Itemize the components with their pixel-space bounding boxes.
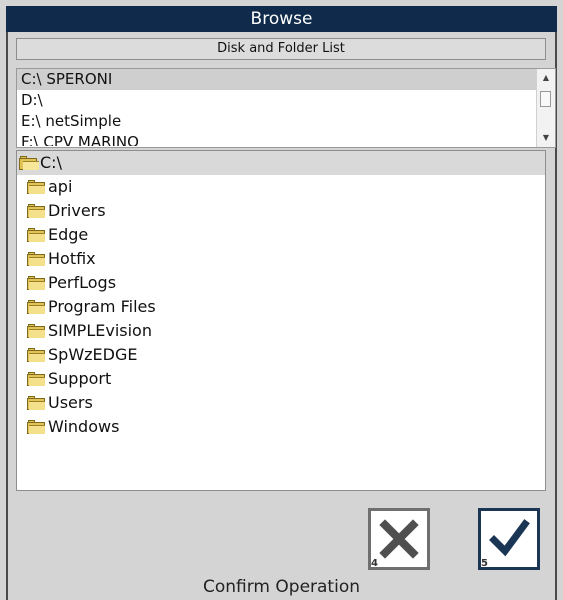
folder-tree[interactable]: C:\ api Drivers Edge Hotfix PerfLogs Pro…: [16, 150, 546, 491]
open-folder-icon: [19, 155, 39, 170]
status-label: Confirm Operation: [202, 577, 360, 597]
disk-item-d[interactable]: D:\: [17, 90, 555, 111]
confirm-button[interactable]: 5: [478, 508, 540, 570]
tree-root-label: C:\: [40, 153, 62, 172]
folder-icon: [27, 251, 46, 266]
folder-label: Program Files: [48, 297, 156, 316]
cancel-key-number: 4: [371, 558, 378, 569]
folder-item-support[interactable]: Support: [17, 367, 545, 391]
x-icon: [379, 519, 419, 559]
folder-label: Windows: [48, 417, 120, 436]
folder-label: Users: [48, 393, 93, 412]
folder-icon: [27, 371, 46, 386]
disk-list-scrollbar[interactable]: ▲ ▼: [536, 69, 555, 147]
folder-label: Drivers: [48, 201, 106, 220]
disk-folder-list-header: Disk and Folder List: [16, 38, 546, 60]
scroll-up-arrow-icon[interactable]: ▲: [537, 71, 555, 85]
tree-root-item[interactable]: C:\: [17, 151, 545, 175]
folder-icon: [27, 179, 46, 194]
folder-item-users[interactable]: Users: [17, 391, 545, 415]
folder-item-spwzedge[interactable]: SpWzEDGE: [17, 343, 545, 367]
folder-item-simplevision[interactable]: SIMPLEvision: [17, 319, 545, 343]
folder-label: api: [48, 177, 73, 196]
cancel-button[interactable]: 4: [368, 508, 430, 570]
check-icon: [489, 519, 530, 557]
folder-label: Hotfix: [48, 249, 96, 268]
folder-label: Edge: [48, 225, 89, 244]
folder-item-program-files[interactable]: Program Files: [17, 295, 545, 319]
folder-icon: [27, 299, 46, 314]
folder-item-perflogs[interactable]: PerfLogs: [17, 271, 545, 295]
folder-label: PerfLogs: [48, 273, 117, 292]
folder-item-api[interactable]: api: [17, 175, 545, 199]
window-title: Browse: [6, 6, 557, 32]
disk-item-c[interactable]: C:\ SPERONI: [17, 69, 555, 90]
disk-list[interactable]: C:\ SPERONI D:\ E:\ netSimple F:\ CPV MA…: [16, 68, 556, 148]
folder-item-windows[interactable]: Windows: [17, 415, 545, 439]
frame-left-border: [6, 32, 8, 600]
folder-label: SpWzEDGE: [48, 345, 138, 364]
folder-label: Support: [48, 369, 112, 388]
folder-icon: [27, 347, 46, 362]
folder-icon: [27, 275, 46, 290]
folder-icon: [27, 227, 46, 242]
folder-label: SIMPLEvision: [48, 321, 152, 340]
disk-item-f[interactable]: F:\ CPV MARINO: [17, 132, 555, 146]
confirm-key-number: 5: [481, 558, 488, 569]
folder-icon: [27, 395, 46, 410]
folder-item-edge[interactable]: Edge: [17, 223, 545, 247]
scroll-down-arrow-icon[interactable]: ▼: [537, 131, 555, 145]
folder-icon: [27, 323, 46, 338]
folder-icon: [27, 203, 46, 218]
scroll-thumb[interactable]: [540, 91, 551, 107]
folder-item-drivers[interactable]: Drivers: [17, 199, 545, 223]
folder-item-hotfix[interactable]: Hotfix: [17, 247, 545, 271]
folder-icon: [27, 419, 46, 434]
disk-item-e[interactable]: E:\ netSimple: [17, 111, 555, 132]
